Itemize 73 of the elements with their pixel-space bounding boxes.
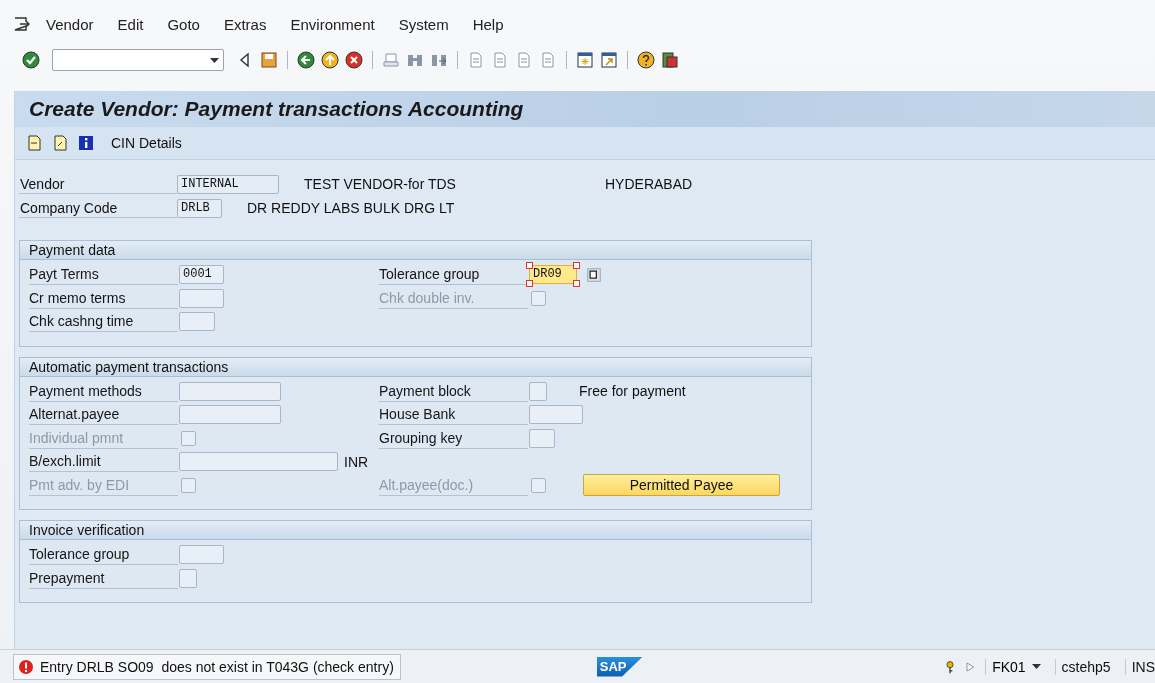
field-label: Tolerance group [29,544,178,566]
message-text: Entry DRLB SO09 does not exist in T043G (check entry) [40,658,394,675]
input-field[interactable] [179,405,281,425]
input-field[interactable] [529,405,583,425]
menu-item[interactable]: Extras [223,15,267,33]
input-field[interactable] [179,452,338,472]
field-label: Payt Terms [29,264,178,286]
input-field[interactable]: 0001 [179,265,224,285]
menu-item[interactable]: System [398,15,449,33]
server-text: cstehp5 [1054,658,1117,675]
document-icon[interactable] [51,134,69,152]
input-field[interactable] [179,288,224,308]
cancel-icon[interactable] [345,51,363,69]
field-description: TEST VENDOR-for TDS [304,176,457,192]
page-icon[interactable] [467,51,485,69]
checkmark-icon[interactable] [22,51,40,69]
copy-icon[interactable] [587,267,601,282]
group-title: Invoice verification [20,521,811,540]
input-field[interactable]: DRLB [177,198,222,218]
city-text: HYDERABAD [605,176,693,192]
input-field[interactable] [179,545,224,565]
page-icon[interactable] [491,51,509,69]
field-label: B/exch.limit [29,451,178,473]
page-icon[interactable] [539,51,557,69]
screen-title: Create Vendor: Payment transactions Accounting [29,97,524,121]
cin-details-button[interactable]: CIN Details [103,135,182,151]
page-icon[interactable] [515,51,533,69]
group-title: Payment data [20,241,811,260]
input-field[interactable] [179,312,215,332]
command-field[interactable] [52,49,224,71]
back-icon[interactable] [297,51,315,69]
field-label: Cr memo terms [29,287,178,309]
field-label: Pmt adv. by EDI [29,474,178,496]
field-label: Vendor [19,174,177,194]
currency-text: INR [344,453,369,470]
layout-icon[interactable] [661,51,679,69]
field-label: Alternat.payee [29,404,178,426]
sap-logo: SAP [596,656,643,677]
exit-icon[interactable] [12,15,32,33]
menu-item[interactable]: Environment [290,15,375,33]
info-icon[interactable] [77,134,95,152]
input-field[interactable] [529,428,555,448]
input-field[interactable] [179,568,197,588]
field-label: House Bank [379,404,528,426]
field-label: Individual pmnt [29,427,178,449]
menu-item[interactable]: Goto [167,15,200,33]
help-icon[interactable] [637,51,655,69]
menu-item[interactable]: Help [472,15,504,33]
field-label: Alt.payee(doc.) [379,474,528,496]
field-label: Company Code [19,198,177,218]
menu-item[interactable]: Edit [117,15,144,33]
input-field[interactable] [179,381,281,401]
menu-item[interactable]: Vendor [46,15,94,33]
transaction-dropdown[interactable]: FK01 [985,658,1047,675]
field-label: Chk cashng time [29,311,178,333]
input-field[interactable]: DR09 [529,265,577,285]
field-description: DR REDDY LABS BULK DRG LT [247,200,456,216]
caret-icon [210,57,219,63]
field-label: Prepayment [29,567,178,589]
field-label: Payment block [379,380,528,402]
group-title: Automatic payment transactions [20,357,811,377]
field-label: Grouping key [379,427,528,449]
window-icon[interactable] [576,51,594,69]
status-text: Free for payment [579,383,686,400]
save-icon[interactable] [260,51,278,69]
print-icon[interactable] [382,51,400,69]
caret-icon [1031,664,1041,669]
input-field[interactable] [529,381,547,401]
shortcut-icon[interactable] [600,51,618,69]
input-field[interactable]: INTERNAL [177,174,279,194]
field-label: Chk double inv. [379,287,528,309]
mode-text: INS [1124,658,1155,675]
field-label: Payment methods [29,380,178,402]
